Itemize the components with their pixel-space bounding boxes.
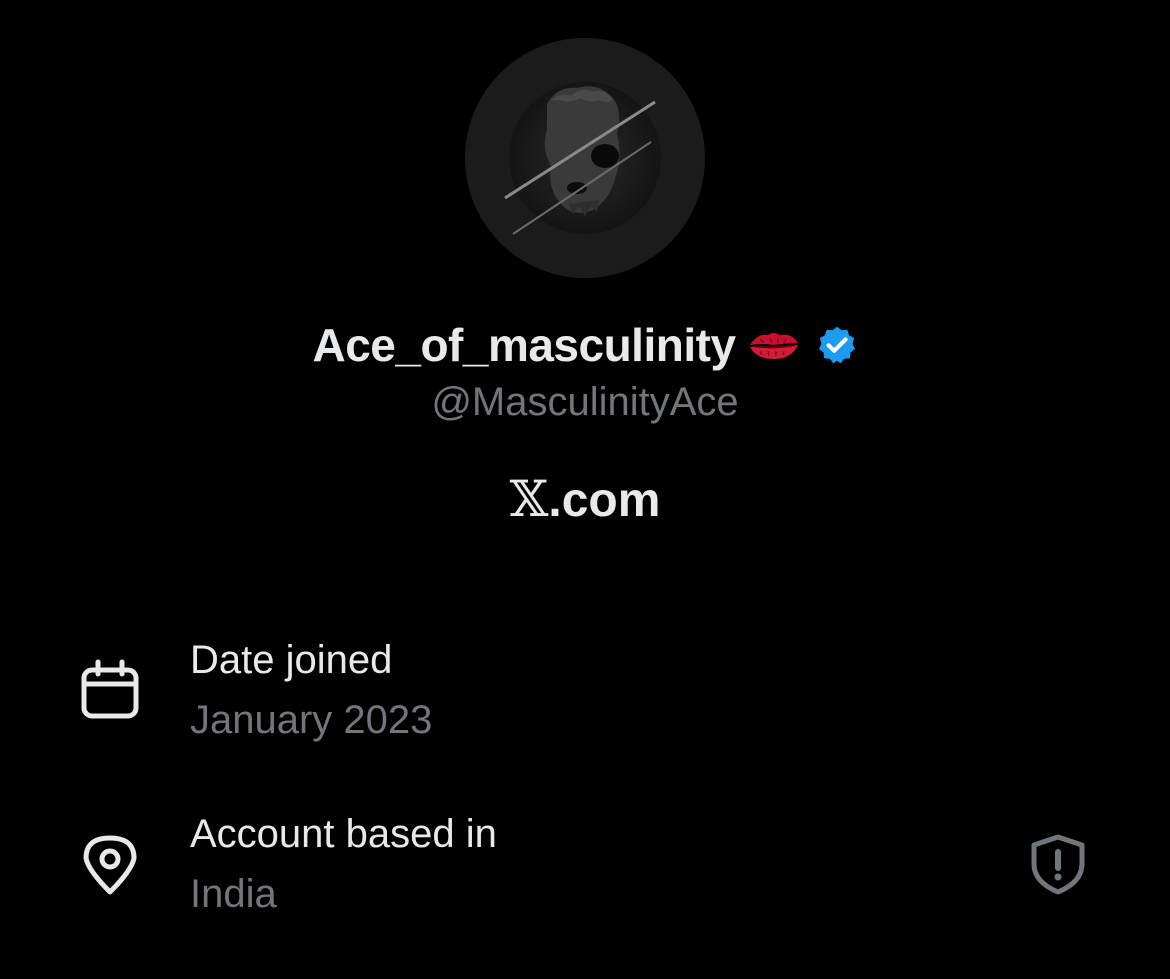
x-logo-icon: 𝕏	[509, 470, 549, 528]
display-name: Ace_of_masculinity	[312, 319, 736, 371]
location-pin-icon	[78, 832, 142, 896]
account-based-value: India	[190, 872, 277, 916]
site-domain: .com	[548, 474, 661, 527]
profile-avatar[interactable]	[465, 38, 705, 278]
avatar-image	[465, 38, 705, 278]
calendar-icon	[78, 658, 142, 722]
kiss-mark-icon	[746, 325, 802, 365]
date-joined-value: January 2023	[190, 698, 433, 742]
account-based-label: Account based in	[190, 812, 497, 856]
verified-badge-icon[interactable]	[816, 324, 858, 366]
info-row-account-based-in: Account based in India	[0, 810, 1170, 930]
shield-alert-icon[interactable]	[1026, 832, 1090, 896]
info-row-date-joined: Date joined January 2023	[0, 636, 1170, 756]
display-name-row: Ace_of_masculinity	[0, 314, 1170, 376]
platform-site: 𝕏.com	[0, 470, 1170, 528]
date-joined-label: Date joined	[190, 638, 393, 682]
profile-handle: @MasculinityAce	[431, 380, 739, 424]
